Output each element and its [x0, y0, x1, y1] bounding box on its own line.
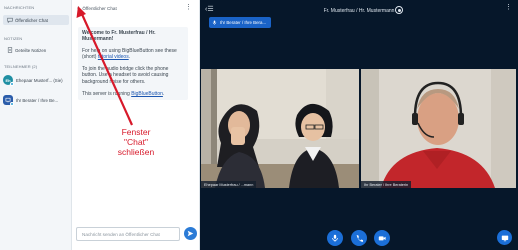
welcome-message: Welcome to Fr. Musterfrau / Hr. Musterma… — [78, 27, 188, 100]
chat-message-input[interactable]: Nachricht senden an Öffentlicher Chat — [76, 227, 180, 241]
video-label-text: Ehepaar Musterfrau / ...mann — [204, 182, 254, 187]
phone-icon — [356, 235, 363, 242]
record-icon[interactable] — [395, 6, 403, 14]
participant-row[interactable]: Ihr Berater / Ihre Be... — [3, 93, 69, 107]
mute-button[interactable] — [327, 230, 343, 246]
avatar — [3, 95, 14, 106]
chat-header: ‹ Öffentlicher Chat ⋮ — [72, 0, 200, 16]
notes-section-title: NOTIZEN — [4, 36, 23, 41]
presentation-area: ‹☰ Fr. Musterfrau / Hr. Mustermann ⋮ Ihr… — [200, 0, 518, 250]
webcam-image — [361, 69, 516, 188]
send-button[interactable] — [184, 227, 197, 240]
participant-row[interactable]: Eh Ehepaar Musterf... (Sie) — [3, 73, 69, 87]
chat-options-icon[interactable]: ⋮ — [185, 4, 192, 11]
participants-section-title: TEILNEHMER (2) — [4, 64, 38, 69]
video-label: Ihr Berater / Ihre Beraterin — [361, 181, 412, 188]
annotation-line-2: "Chat" — [124, 137, 148, 147]
help-text-end: . — [128, 54, 131, 61]
annotation-line-3: schließen — [117, 147, 155, 157]
audio-status-icon — [10, 82, 14, 86]
public-chat-label: Öffentlicher Chat — [15, 17, 48, 23]
server-text: This server is running — [82, 90, 132, 97]
notes-icon — [6, 47, 13, 54]
camera-icon — [378, 236, 386, 241]
participant-name: Ihr Berater / Ihre Be... — [16, 97, 59, 103]
screenshare-button[interactable] — [497, 230, 512, 245]
meeting-title: Fr. Musterfrau / Hr. Mustermann — [323, 8, 395, 14]
bigbluebutton-link[interactable]: BigBlueButton — [131, 91, 163, 97]
audio-instructions: To join the audio bridge click the phone… — [82, 66, 169, 85]
tutorial-videos-link[interactable]: tutorial videos — [98, 54, 129, 60]
sidebar-item-shared-notes[interactable]: Geteilte Notizen — [3, 45, 69, 55]
video-tile-couple[interactable]: Ehepaar Musterfrau / ...mann — [201, 69, 359, 188]
server-text-end: . — [162, 90, 165, 97]
participant-name: Ehepaar Musterf... (Sie) — [16, 77, 63, 83]
chat-panel: ‹ Öffentlicher Chat ⋮ Welcome to Fr. Mus… — [72, 0, 200, 250]
annotation-text: Fenster "Chat" schließen — [110, 127, 162, 157]
chat-title[interactable]: Öffentlicher Chat — [82, 6, 116, 11]
microphone-icon — [212, 20, 217, 25]
options-icon[interactable]: ⋮ — [505, 4, 512, 11]
avatar: Eh — [3, 75, 14, 86]
video-tile-advisor[interactable]: Ihr Berater / Ihre Beraterin — [361, 69, 516, 188]
chevron-left-icon[interactable]: ‹ — [77, 5, 79, 12]
audio-status-icon — [10, 102, 14, 106]
user-list-panel: NACHRICHTEN Öffentlicher Chat NOTIZEN Ge… — [0, 0, 72, 250]
video-label: Ehepaar Musterfrau / ...mann — [201, 181, 257, 188]
microphone-icon — [332, 234, 338, 242]
welcome-line: Welcome to Fr. Musterfrau / Hr. Musterma… — [82, 30, 156, 43]
sidebar-item-public-chat[interactable]: Öffentlicher Chat — [3, 15, 69, 25]
talking-indicator: Ihr Berater / Ihre Bera... — [209, 17, 272, 28]
chat-icon — [6, 17, 13, 24]
leave-audio-button[interactable] — [351, 230, 367, 246]
video-label-text: Ihr Berater / Ihre Beraterin — [364, 182, 409, 187]
messages-section-title: NACHRICHTEN — [4, 5, 35, 10]
talker-name: Ihr Berater / Ihre Bera... — [220, 20, 267, 25]
webcam-image — [201, 69, 359, 188]
screen-share-icon — [501, 235, 508, 241]
send-icon — [187, 230, 194, 237]
video-button[interactable] — [374, 230, 390, 246]
annotation-line-1: Fenster — [121, 127, 151, 137]
shared-notes-label: Geteilte Notizen — [15, 47, 47, 53]
